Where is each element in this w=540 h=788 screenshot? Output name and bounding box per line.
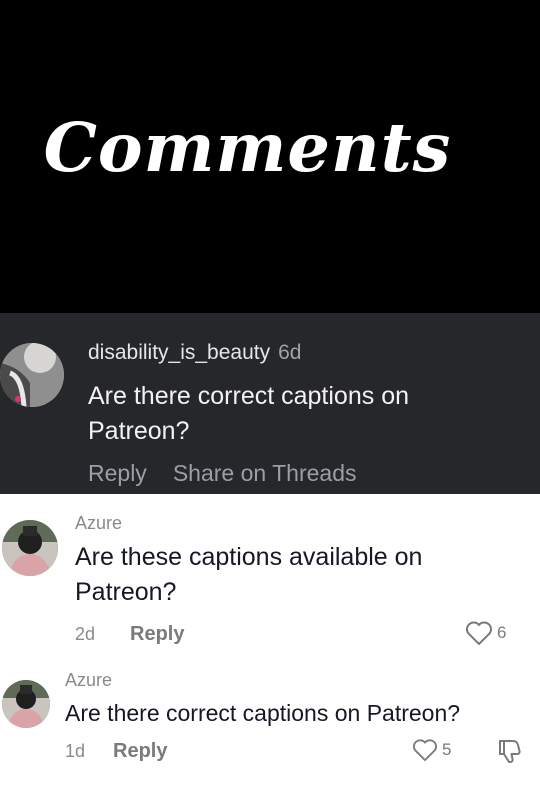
heart-outline-icon <box>413 739 437 762</box>
reply-button[interactable]: Reply <box>88 460 147 486</box>
avatar[interactable] <box>2 680 50 728</box>
avatar-image <box>2 680 50 728</box>
avatar-image <box>0 343 64 407</box>
comment-text: Are there correct captions on Patreon? <box>88 382 409 445</box>
comment-text: Are these captions available on Patreon? <box>75 543 423 606</box>
like-count: 5 <box>442 740 452 759</box>
comment-time: 2d <box>75 624 96 644</box>
comment-author[interactable]: Azure <box>65 670 112 691</box>
comment-actions: Reply Share on Threads <box>88 460 383 487</box>
avatar[interactable] <box>0 343 64 407</box>
avatar-image <box>2 520 58 576</box>
heart-outline-icon <box>466 621 492 645</box>
like-button[interactable]: 6 <box>465 620 506 646</box>
page-title: Comments <box>43 108 452 187</box>
dislike-icon <box>499 740 521 763</box>
share-on-threads-button[interactable]: Share on Threads <box>173 460 357 486</box>
like-button[interactable]: 5 <box>412 738 451 762</box>
comments-header: Comments <box>0 0 540 313</box>
comment-author[interactable]: disability_is_beauty 6d <box>88 341 301 365</box>
screenshot: Comments disability_is_beauty 6d Are ther… <box>0 0 540 788</box>
comment-time: 1d <box>65 741 86 761</box>
reply-button[interactable]: Reply <box>130 623 184 646</box>
dislike-button[interactable] <box>496 738 522 764</box>
like-count: 6 <box>497 623 507 642</box>
comment-author[interactable]: Azure <box>75 513 122 534</box>
username[interactable]: disability_is_beauty <box>88 341 270 364</box>
comment-item: Azure Are there correct captions on Patr… <box>0 658 540 788</box>
comment-time: 6d <box>278 341 302 364</box>
dark-comment: disability_is_beauty 6d Are there correct… <box>0 313 540 494</box>
avatar[interactable] <box>2 520 58 576</box>
reply-button[interactable]: Reply <box>113 740 167 763</box>
comment-text: Are there correct captions on Patreon? <box>65 700 461 726</box>
comment-item: Azure Are these captions available on Pa… <box>0 494 540 658</box>
